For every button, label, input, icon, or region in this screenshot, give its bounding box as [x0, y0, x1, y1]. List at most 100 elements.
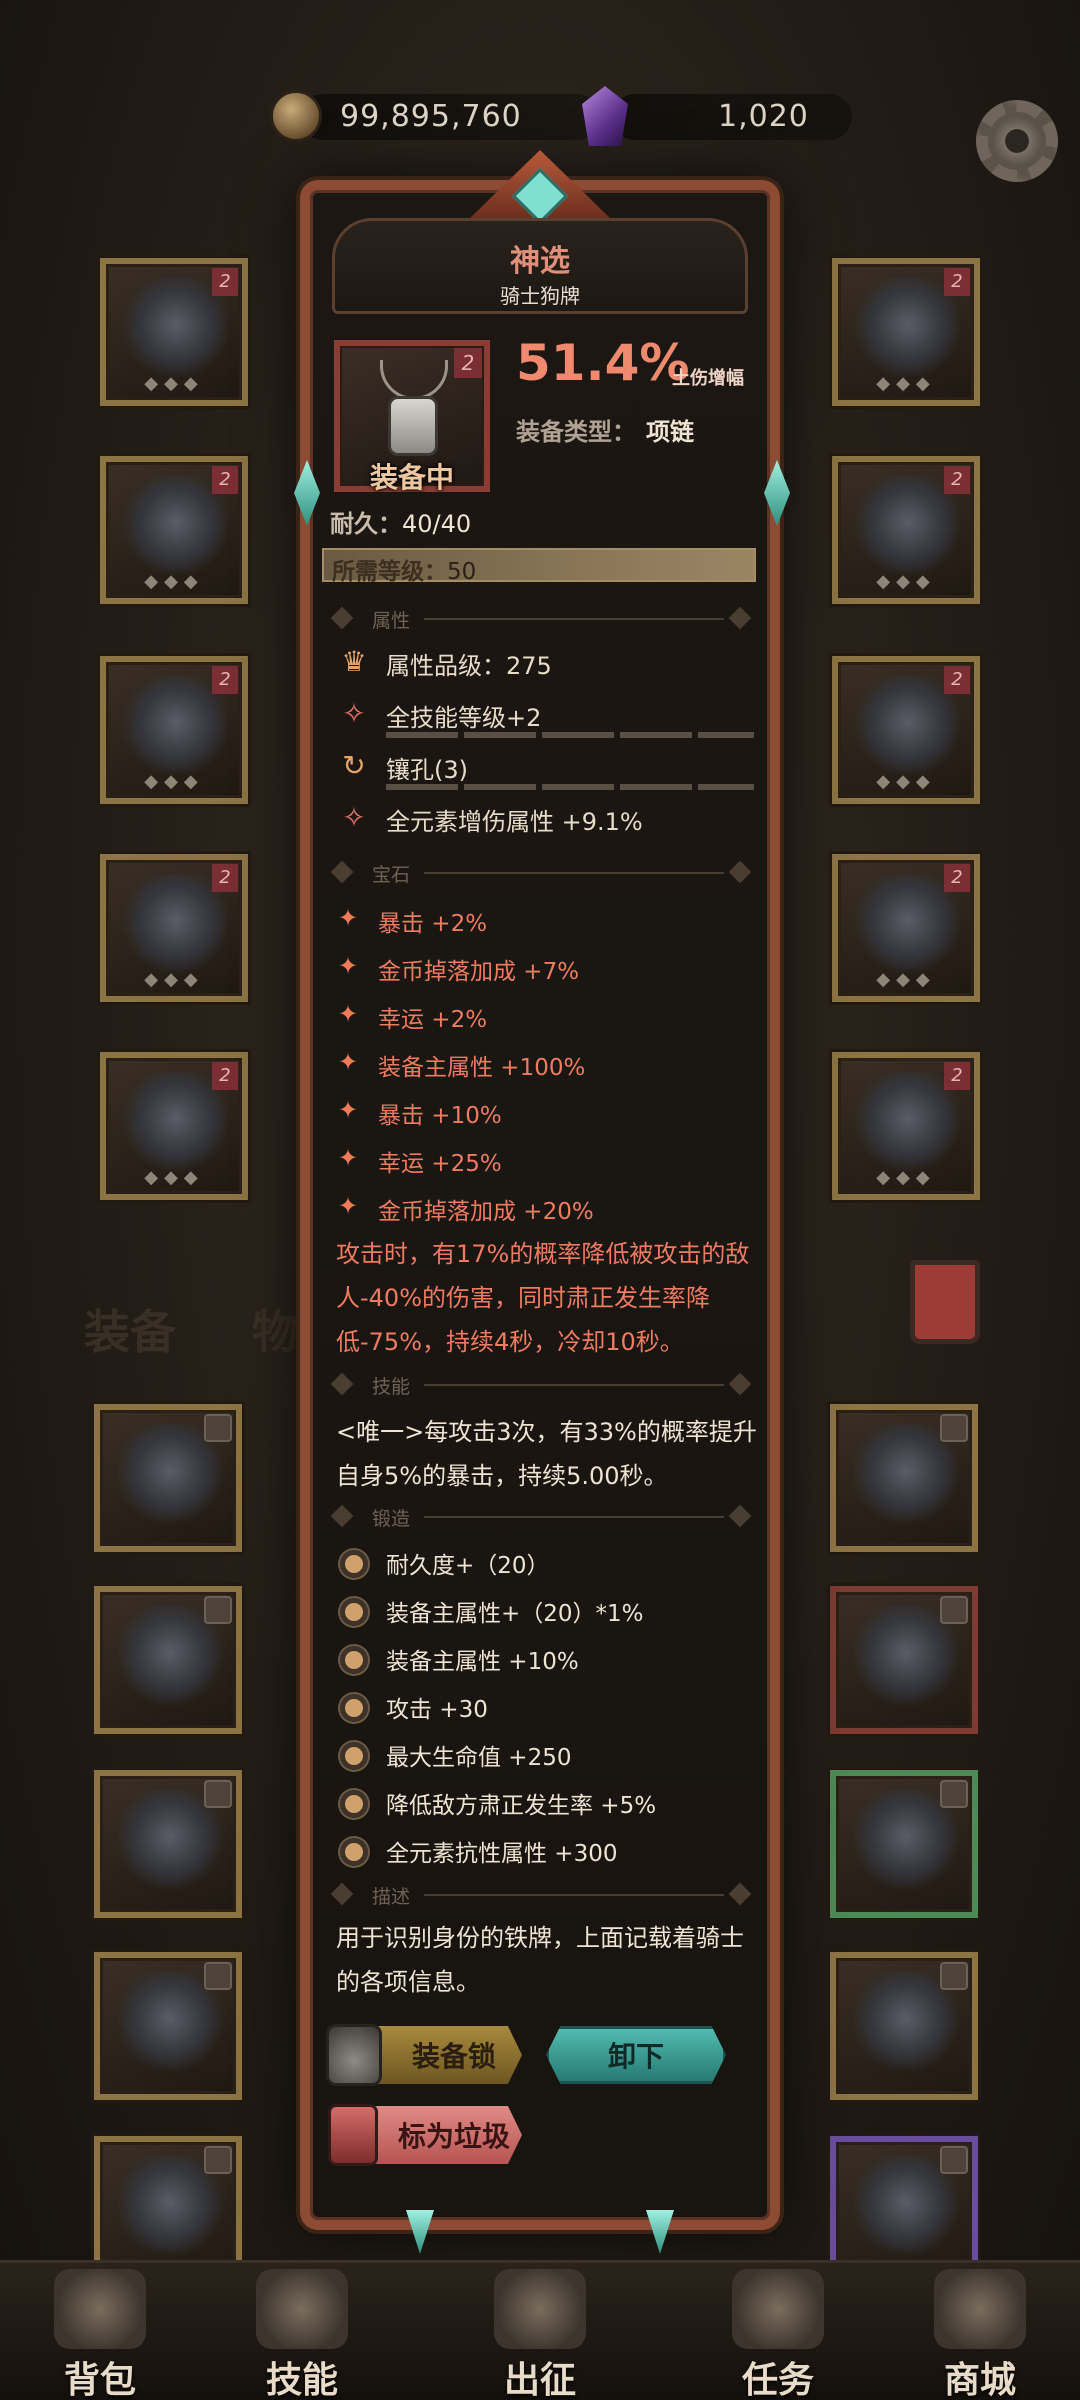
inventory-slot[interactable] — [94, 1952, 242, 2100]
gear-icon[interactable] — [976, 100, 1058, 182]
gem-star-icon: ✦ — [338, 1192, 359, 1220]
equip-slot-gloves[interactable]: 2 ◆◆◆ — [100, 656, 248, 804]
equip-slot-weapon[interactable]: 2 ◆◆◆ — [832, 854, 980, 1002]
crown-icon: ♛ — [341, 645, 367, 678]
nav-shop[interactable]: 商城 — [890, 2263, 1070, 2400]
gem-star-icon: ✦ — [338, 904, 359, 932]
forging-text: 攻击 +30 — [386, 1697, 488, 1723]
forging-text: 装备主属性 +10% — [386, 1649, 579, 1675]
section-label: 锻造 — [372, 1508, 411, 1530]
expedition-icon — [494, 2269, 586, 2349]
gem-star-icon: ✦ — [338, 1144, 359, 1172]
section-gems: 宝石 — [330, 858, 752, 888]
section-label: 属性 — [372, 610, 411, 632]
skill-text: <唯一>每攻击3次，有33%的概率提升自身5%的暴击，持续5.00秒。 — [336, 1418, 757, 1490]
forge-dot-icon — [340, 1646, 368, 1674]
inventory-slot[interactable] — [830, 1770, 978, 1918]
gem-effect-text: 攻击时，有17%的概率降低被攻击的敌人-40%的伤害，同时肃正发生率降低-75%… — [336, 1240, 750, 1356]
inventory-slot[interactable] — [94, 1770, 242, 1918]
section-label: 技能 — [372, 1376, 411, 1398]
sparkle-icon: ✧ — [342, 697, 366, 730]
gem-bonus-text: 幸运 +2% — [378, 1007, 488, 1033]
inventory-slot[interactable] — [830, 1586, 978, 1734]
attribute-row: ✧ 全技能等级+2 — [332, 694, 762, 738]
sparkle-icon: ✧ — [342, 801, 366, 834]
gem-bonus-text: 装备主属性 +100% — [378, 1055, 586, 1081]
quest-scroll-icon — [732, 2269, 824, 2349]
gem-bonus-text: 暴击 +2% — [378, 911, 488, 937]
forge-dot-icon — [340, 1742, 368, 1770]
forge-dot-icon — [340, 1550, 368, 1578]
dog-tag-icon — [388, 396, 438, 456]
durability: 耐久：40/40 — [330, 504, 471, 539]
gem-currency: 1,020 — [582, 86, 852, 146]
inventory-slot[interactable] — [830, 1404, 978, 1552]
lantern-icon — [328, 2104, 378, 2166]
nav-backpack[interactable]: 背包 — [10, 2263, 190, 2400]
attribute-text: 全技能等级+2 — [386, 704, 542, 732]
gem-star-icon: ✦ — [338, 1000, 359, 1028]
damage-label: 土伤增幅 — [672, 368, 744, 389]
gem-bonus-text: 暴击 +10% — [378, 1103, 502, 1129]
chain-icon — [380, 360, 448, 400]
gem-bonus-text: 金币掉落加成 +20% — [378, 1199, 594, 1225]
gem-bonus-text: 幸运 +25% — [378, 1151, 502, 1177]
equipped-status: 装备中 — [369, 461, 454, 494]
unequip-button[interactable]: 卸下 — [546, 2026, 726, 2084]
forging-text: 全元素抗性属性 +300 — [386, 1841, 618, 1867]
attribute-text: 镶孔(3) — [386, 756, 468, 784]
forge-dot-icon — [340, 1790, 368, 1818]
required-level-label: 所需等级： — [332, 559, 447, 585]
shop-icon — [934, 2269, 1026, 2349]
damage-value: 51.4% — [516, 334, 690, 392]
inventory-slot[interactable] — [94, 1404, 242, 1552]
forging-text: 耐久度+（20） — [386, 1553, 550, 1579]
bottom-gem-icon — [646, 2210, 674, 2254]
forging-text: 装备主属性+（20）*1% — [386, 1601, 644, 1627]
nav-expedition[interactable]: 出征 — [450, 2263, 630, 2400]
equip-slot-boots[interactable]: 2 ◆◆◆ — [100, 1052, 248, 1200]
required-level-bar: 所需等级：50 — [322, 548, 756, 585]
forging-text: 最大生命值 +250 — [386, 1745, 572, 1771]
equip-slot-armor[interactable]: 2 ◆◆◆ — [100, 456, 248, 604]
type-value: 项链 — [646, 418, 694, 446]
section-label: 宝石 — [372, 864, 411, 886]
backpack-icon — [54, 2269, 146, 2349]
socket-refresh-icon: ↻ — [342, 749, 366, 782]
equip-slot-pants[interactable]: 2 ◆◆◆ — [100, 854, 248, 1002]
gold-amount: 99,895,760 — [340, 98, 522, 134]
gem-star-icon: ✦ — [338, 952, 359, 980]
description-text: 用于识别身份的铁牌，上面记载着骑士的各项信息。 — [336, 1924, 744, 1996]
attribute-row: ✧ 全元素增伤属性 +9.1% — [332, 798, 762, 842]
item-name: 神选 — [510, 244, 570, 279]
equip-slot-shield[interactable]: 2 ◆◆◆ — [832, 1052, 980, 1200]
nav-skills[interactable]: 技能 — [212, 2263, 392, 2400]
gem-amount: 1,020 — [718, 98, 809, 134]
section-label: 描述 — [372, 1886, 411, 1908]
attribute-text: 属性品级：275 — [386, 652, 552, 680]
bottom-navigation: 背包 技能 出征 任务 商城 — [0, 2260, 1080, 2400]
level-badge: 2 — [454, 348, 482, 378]
trash-bin-icon[interactable] — [910, 1260, 980, 1344]
durability-value: 40/40 — [402, 510, 472, 538]
inventory-slot[interactable] — [830, 1952, 978, 2100]
durability-label: 耐久： — [330, 510, 402, 538]
forging-text: 降低敌方肃正发生率 +5% — [386, 1793, 657, 1819]
tab-equipment[interactable]: 装备 — [84, 1296, 176, 1362]
section-forging: 锻造 — [330, 1502, 752, 1532]
gold-coin-icon — [270, 90, 322, 142]
inventory-slot[interactable] — [94, 1586, 242, 1734]
padlock-icon — [326, 2024, 382, 2086]
nav-label: 任务 — [741, 2360, 814, 2400]
gold-currency: 99,895,760 — [270, 86, 600, 146]
nav-quests[interactable]: 任务 — [688, 2263, 868, 2400]
required-level-value: 50 — [447, 559, 477, 585]
section-description: 描述 — [330, 1880, 752, 1910]
attribute-row: ↻ 镶孔(3) — [332, 746, 762, 790]
attribute-text: 全元素增伤属性 +9.1% — [386, 808, 643, 836]
item-subtitle: 骑士狗牌 — [500, 284, 580, 308]
equip-slot-ring-1[interactable]: 2 ◆◆◆ — [832, 456, 980, 604]
forge-dot-icon — [340, 1598, 368, 1626]
section-attributes: 属性 — [330, 604, 752, 634]
equip-slot-ring-2[interactable]: 2 ◆◆◆ — [832, 656, 980, 804]
